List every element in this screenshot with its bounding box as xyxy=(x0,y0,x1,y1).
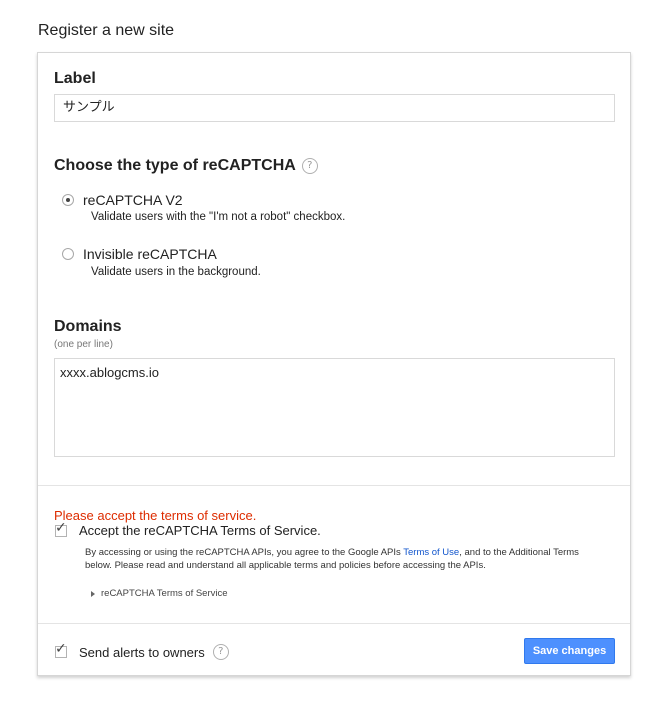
terms-description: By accessing or using the reCAPTCHA APIs… xyxy=(85,546,595,572)
terms-text-before-link: By accessing or using the reCAPTCHA APIs… xyxy=(85,547,404,558)
help-icon[interactable]: ? xyxy=(212,644,229,660)
label-input[interactable]: サンプル xyxy=(54,94,615,122)
register-site-form: Label サンプル Choose the type of reCAPTCHA … xyxy=(37,52,631,676)
label-heading: Label xyxy=(54,70,96,87)
triangle-right-icon[interactable] xyxy=(91,590,95,597)
radio-description: Validate users with the "I'm not a robot… xyxy=(91,211,346,223)
terms-of-service-toggle-label[interactable]: reCAPTCHA Terms of Service xyxy=(101,588,228,599)
help-icon[interactable]: ? xyxy=(301,158,318,174)
accept-terms-checkbox[interactable]: ✓ xyxy=(55,520,67,537)
radio-label[interactable]: reCAPTCHA V2 xyxy=(83,192,183,208)
radio-option-invisible-recaptcha[interactable]: Invisible reCAPTCHA xyxy=(62,246,217,262)
radio-description: Validate users in the background. xyxy=(91,266,261,278)
site-settings-section: Label サンプル Choose the type of reCAPTCHA … xyxy=(38,53,630,486)
page-title: Register a new site xyxy=(38,22,175,39)
radio-option-recaptcha-v2[interactable]: reCAPTCHA V2 xyxy=(62,192,183,208)
checkmark-icon: ✓ xyxy=(55,519,67,536)
recaptcha-type-heading: Choose the type of reCAPTCHA ? xyxy=(54,157,318,175)
send-alerts-checkbox-row[interactable]: ✓ Send alerts to owners ? xyxy=(55,641,229,660)
footer-divider xyxy=(38,623,630,624)
radio-unchecked-icon[interactable] xyxy=(62,248,74,260)
recaptcha-type-heading-text: Choose the type of reCAPTCHA xyxy=(54,157,296,174)
send-alerts-checkbox[interactable]: ✓ xyxy=(55,641,67,658)
terms-error-message: Please accept the terms of service. xyxy=(54,508,257,523)
send-alerts-label[interactable]: Send alerts to owners xyxy=(79,645,205,660)
terms-of-service-toggle[interactable]: reCAPTCHA Terms of Service xyxy=(91,588,228,599)
terms-of-use-link[interactable]: Terms of Use xyxy=(403,547,459,558)
accept-terms-checkbox-row[interactable]: ✓ Accept the reCAPTCHA Terms of Service. xyxy=(55,520,321,538)
domains-heading: Domains xyxy=(54,318,122,335)
accept-terms-label[interactable]: Accept the reCAPTCHA Terms of Service. xyxy=(79,523,321,538)
radio-checked-icon[interactable] xyxy=(62,194,74,206)
radio-label[interactable]: Invisible reCAPTCHA xyxy=(83,246,217,262)
domains-textarea[interactable]: xxxx.ablogcms.io xyxy=(54,358,615,457)
checkmark-icon: ✓ xyxy=(55,641,67,657)
domains-hint: (one per line) xyxy=(54,339,113,350)
save-changes-button[interactable]: Save changes xyxy=(524,638,615,664)
